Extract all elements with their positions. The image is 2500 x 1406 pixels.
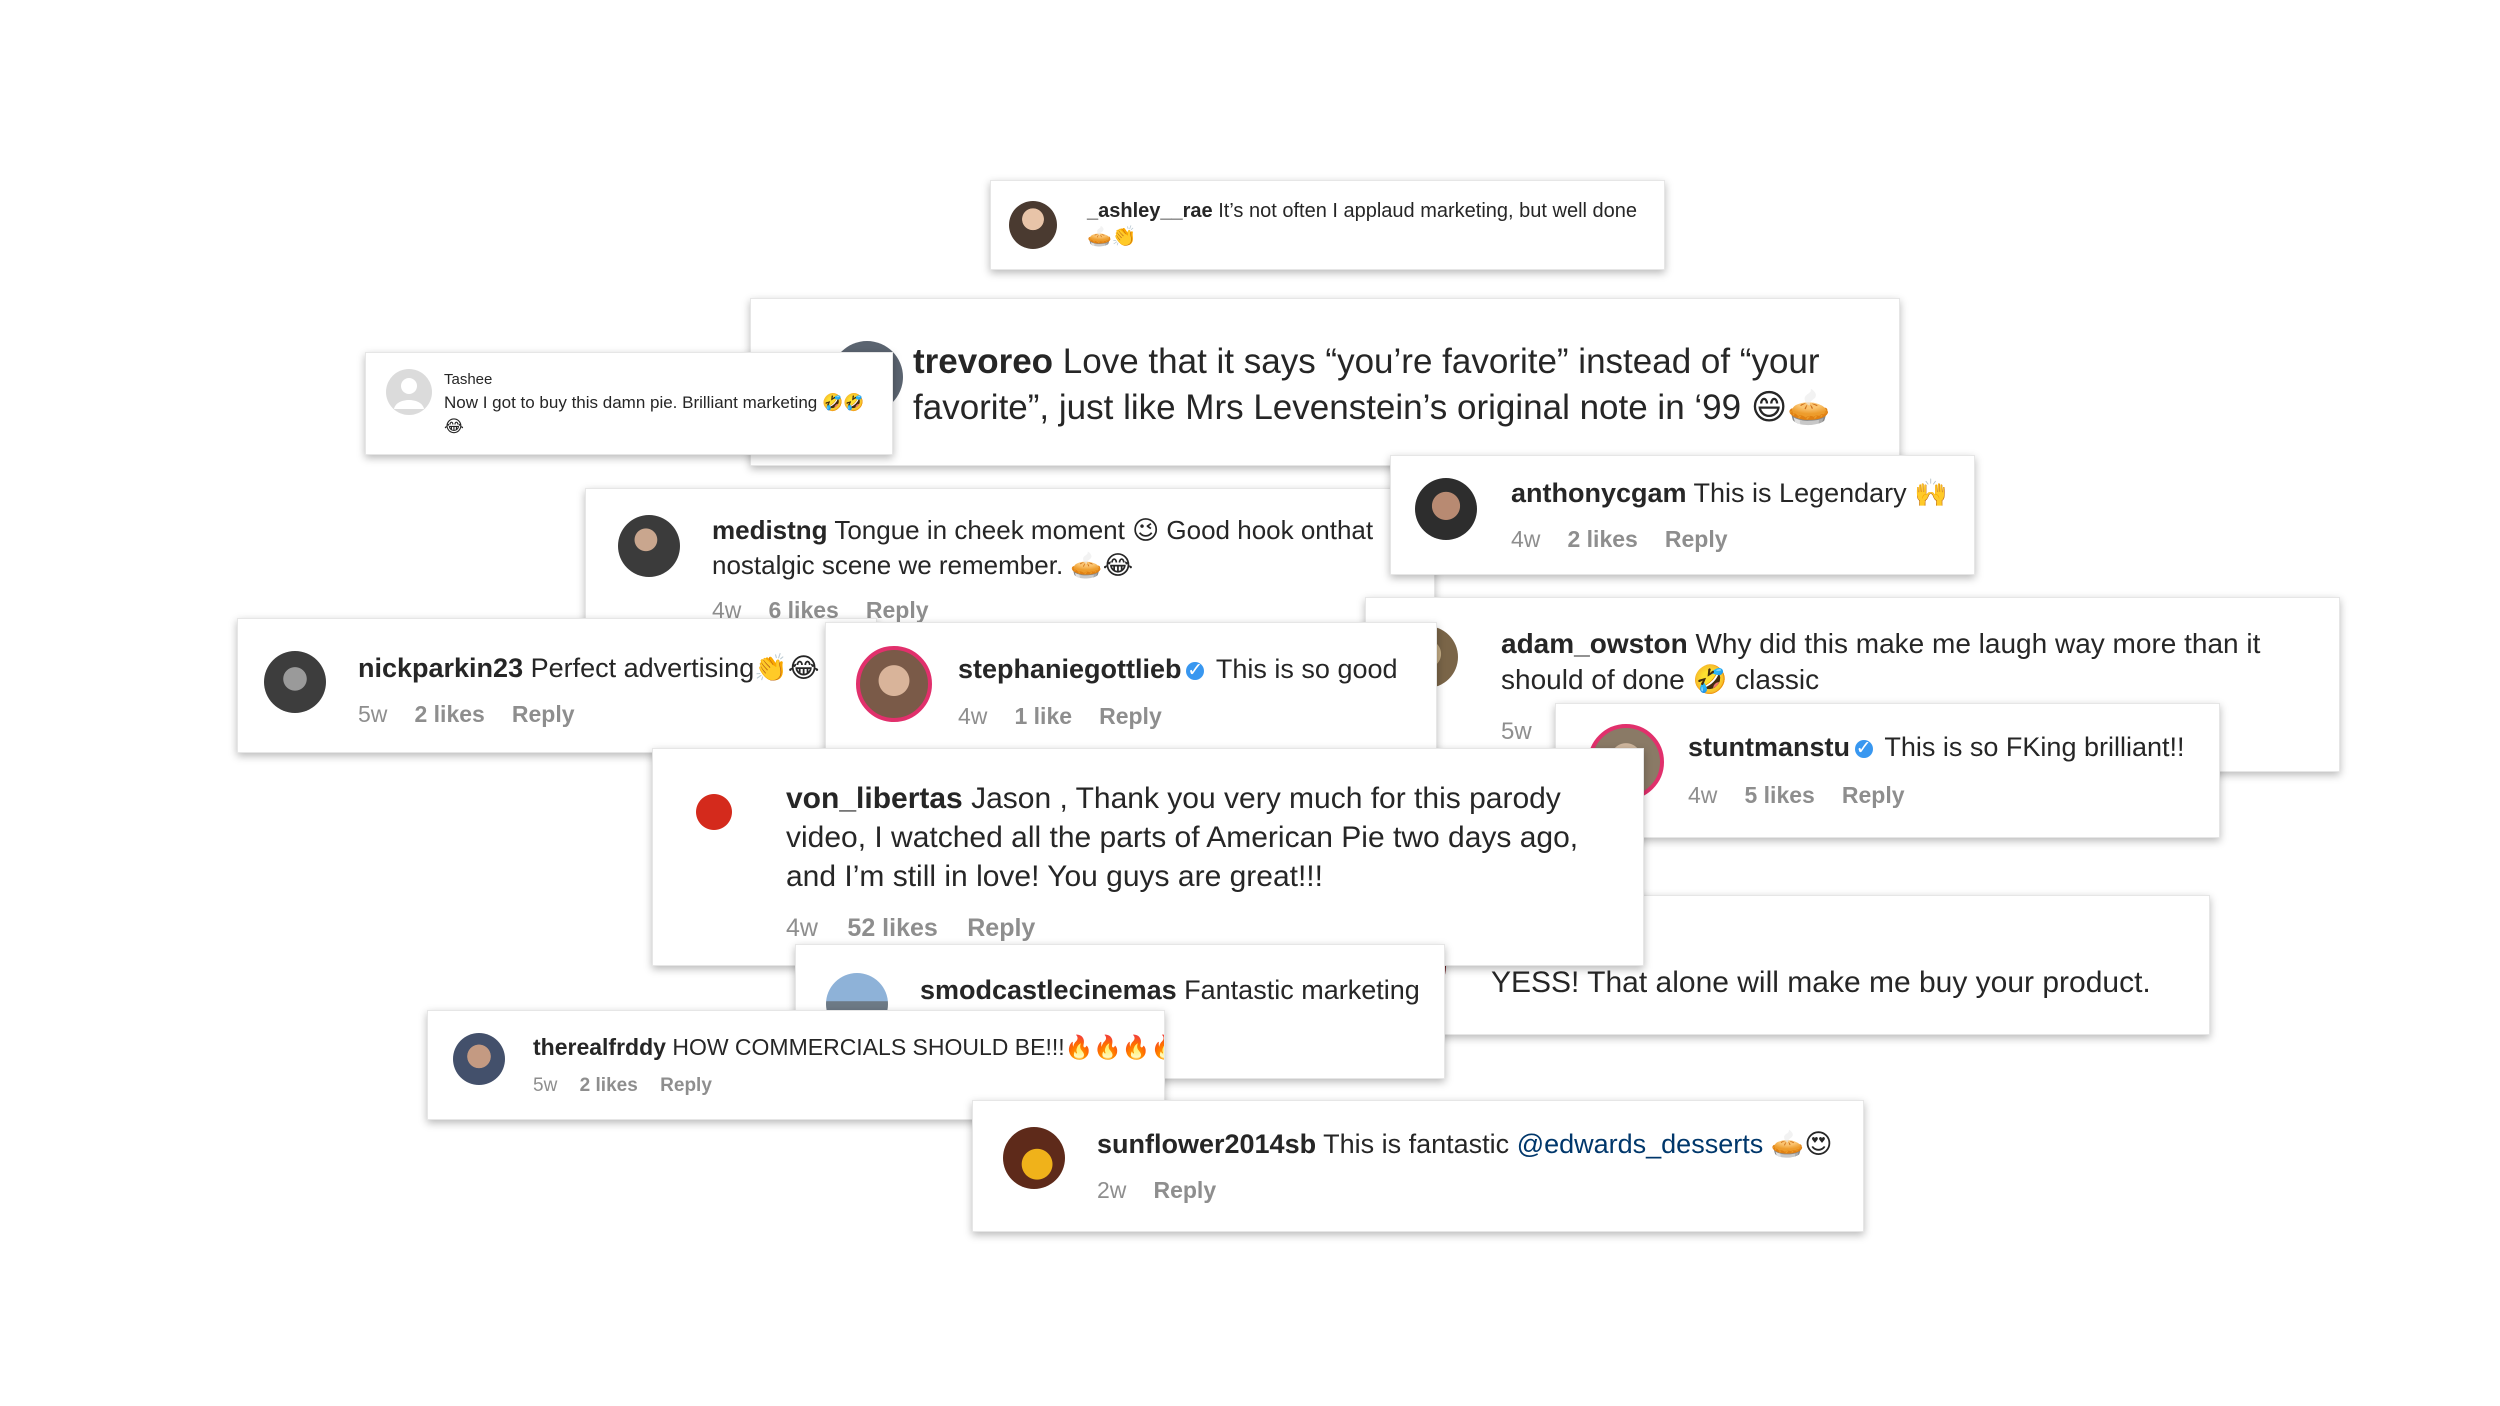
comment-text: YESS! That alone will make me buy your p… xyxy=(1491,966,2151,999)
timestamp: 5w xyxy=(1501,718,1532,745)
mention-link[interactable]: @edwards_desserts xyxy=(1517,1129,1764,1159)
username[interactable]: stephaniegottlieb xyxy=(958,654,1182,684)
comment-card-von-libertas: von_libertas Jason , Thank you very much… xyxy=(652,748,1644,966)
comment-card-stuntmanstu: stuntmanstu ✓ This is so FKing brilliant!… xyxy=(1555,703,2220,838)
reply-button[interactable]: Reply xyxy=(1153,1177,1216,1203)
avatar[interactable] xyxy=(681,779,747,845)
reply-button[interactable]: Reply xyxy=(1099,703,1162,729)
comment-text: This is so FKing brilliant!! xyxy=(1884,732,2185,762)
likes-count[interactable]: 5 likes xyxy=(1744,782,1814,808)
comment-card-ashley: _ashley__rae It’s not often I applaud ma… xyxy=(990,180,1665,270)
comment-card-sunflower2014sb: sunflower2014sb This is fantastic @edwar… xyxy=(972,1100,1864,1232)
timestamp: 5w xyxy=(358,701,388,727)
comment-text: This is so good xyxy=(1215,654,1398,684)
comment-text: HOW COMMERCIALS SHOULD BE!!!🔥🔥🔥🔥 xyxy=(672,1034,1165,1060)
timestamp: 5w xyxy=(533,1075,558,1096)
avatar[interactable] xyxy=(856,646,932,722)
reply-button[interactable]: Reply xyxy=(1842,782,1905,808)
avatar[interactable] xyxy=(1009,201,1057,249)
username[interactable]: trevoreo xyxy=(913,342,1053,381)
reply-button[interactable]: Reply xyxy=(1665,526,1728,552)
username[interactable]: sunflower2014sb xyxy=(1097,1129,1316,1159)
default-avatar-icon[interactable] xyxy=(386,369,432,415)
timestamp: 4w xyxy=(1511,526,1541,552)
verified-badge-icon: ✓ xyxy=(1186,659,1205,681)
avatar[interactable] xyxy=(264,651,326,713)
avatar[interactable] xyxy=(453,1033,505,1085)
comment-text: This is fantastic xyxy=(1323,1129,1510,1159)
comment-card-trevoreo: trevoreo Love that it says “you’re favor… xyxy=(750,298,1900,466)
timestamp: 2w xyxy=(1097,1177,1127,1203)
username[interactable]: von_libertas xyxy=(786,782,963,815)
reply-button[interactable]: Reply xyxy=(660,1075,712,1096)
username[interactable]: nickparkin23 xyxy=(358,653,523,683)
username[interactable]: smodcastlecinemas xyxy=(920,975,1177,1005)
comment-card-nickparkin23: nickparkin23 Perfect advertising👏😂 5w 2 … xyxy=(237,618,877,753)
comment-text: This is Legendary 🙌 xyxy=(1693,478,1948,508)
username[interactable]: adam_owston xyxy=(1501,628,1688,659)
likes-count[interactable]: 1 like xyxy=(1014,703,1072,729)
comment-text: Fantastic marketing xyxy=(1184,975,1420,1005)
username[interactable]: therealfrddy xyxy=(533,1034,666,1060)
comment-text: Now I got to buy this damn pie. Brillian… xyxy=(444,392,865,437)
comment-emoji: 🥧😍 xyxy=(1770,1129,1833,1159)
comment-text: Perfect advertising👏😂 xyxy=(530,653,820,683)
username[interactable]: anthonycgam xyxy=(1511,478,1687,508)
username[interactable]: Tashee xyxy=(444,369,884,391)
timestamp: 4w xyxy=(786,914,818,942)
comment-card-stephaniegottlieb: stephaniegottlieb ✓ This is so good 4w 1 … xyxy=(825,622,1437,757)
avatar[interactable] xyxy=(1415,478,1477,540)
username[interactable]: medistng xyxy=(712,515,828,545)
likes-count[interactable]: 2 likes xyxy=(1567,526,1637,552)
likes-count[interactable]: 2 likes xyxy=(414,701,484,727)
timestamp: 4w xyxy=(958,703,988,729)
avatar[interactable] xyxy=(618,515,680,577)
avatar[interactable] xyxy=(1003,1127,1065,1189)
comment-card-tashee: Tashee Now I got to buy this damn pie. B… xyxy=(365,352,893,455)
username[interactable]: stuntmanstu xyxy=(1688,732,1850,762)
username[interactable]: _ashley__rae xyxy=(1087,200,1213,222)
reply-button[interactable]: Reply xyxy=(967,914,1035,942)
comment-card-anthonycgam: anthonycgam This is Legendary 🙌 4w 2 lik… xyxy=(1390,455,1975,575)
reply-button[interactable]: Reply xyxy=(512,701,575,727)
timestamp: 4w xyxy=(1688,782,1718,808)
likes-count[interactable]: 52 likes xyxy=(847,914,937,942)
verified-badge-icon: ✓ xyxy=(1854,737,1873,759)
likes-count[interactable]: 2 likes xyxy=(580,1075,638,1096)
